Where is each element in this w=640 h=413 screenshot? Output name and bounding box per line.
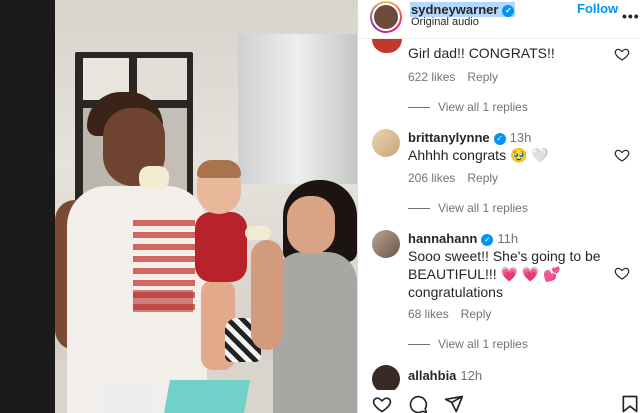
view-replies-link[interactable]: View all 1 replies xyxy=(408,201,528,215)
comment-text-line1: Sooo sweet!! She's going to be xyxy=(408,248,601,264)
comment-header: allahbia 12h xyxy=(408,366,482,385)
commenter-avatar[interactable] xyxy=(372,39,402,53)
like-count[interactable]: 68 likes xyxy=(408,307,449,321)
reply-link[interactable]: Reply xyxy=(467,171,498,185)
heart-icon[interactable] xyxy=(614,265,630,281)
share-icon[interactable] xyxy=(444,394,464,413)
like-count[interactable]: 206 likes xyxy=(408,171,455,185)
like-count[interactable]: 622 likes xyxy=(408,70,455,84)
verified-badge-icon: ✓ xyxy=(502,5,515,17)
commenter-avatar[interactable] xyxy=(372,129,400,157)
gift-box xyxy=(99,384,155,413)
comments-panel: sydneywarner ✓ Original audio Follow ••• … xyxy=(357,0,640,413)
comment-meta: 622 likes Reply xyxy=(408,70,498,84)
verified-badge-icon: ✓ xyxy=(493,133,506,145)
cabinet-glass xyxy=(137,58,187,100)
comment-meta: 68 likes Reply xyxy=(408,307,491,321)
author-username[interactable]: sydneywarner ✓ xyxy=(410,2,516,17)
comment-text: Girl dad!! CONGRATS!! xyxy=(408,45,555,61)
comment-time: 13h xyxy=(509,130,532,145)
commenter-username[interactable]: allahbia xyxy=(408,368,456,383)
commenter-username[interactable]: hannahann xyxy=(408,231,477,246)
like-heart-icon[interactable] xyxy=(372,394,392,413)
woman-face xyxy=(287,196,335,254)
heart-icon[interactable] xyxy=(614,46,630,62)
commenter-avatar[interactable] xyxy=(372,230,400,258)
woman-arm xyxy=(251,240,283,350)
heart-icon[interactable] xyxy=(614,147,630,163)
comment-header: hannahann ✓ 11h xyxy=(408,229,518,248)
comment-text-line3: congratulations xyxy=(408,284,503,300)
view-replies-link[interactable]: View all 1 replies xyxy=(408,100,528,114)
cake-bite xyxy=(139,166,169,190)
comment-time: 11h xyxy=(497,231,519,246)
comment-header: brittanylynne ✓ 13h xyxy=(408,128,531,147)
post-header: sydneywarner ✓ Original audio Follow ••• xyxy=(358,0,640,34)
baby-hair xyxy=(197,160,241,178)
bookmark-icon[interactable] xyxy=(620,394,640,413)
action-bar xyxy=(358,390,640,413)
comment-text: Ahhhh congrats 🥹 🤍 xyxy=(408,147,549,163)
reel-video[interactable] xyxy=(55,0,357,413)
comment-text-line2: BEAUTIFUL!!! 💗 💗 💕 xyxy=(408,266,561,282)
comment-meta: 206 likes Reply xyxy=(408,171,498,185)
commenter-username[interactable]: brittanylynne xyxy=(408,130,490,145)
shirt-print xyxy=(133,290,193,312)
comment-icon[interactable] xyxy=(408,394,428,413)
commenter-avatar[interactable] xyxy=(372,365,400,393)
more-options-icon[interactable]: ••• xyxy=(622,8,640,24)
view-replies-link[interactable]: View all 1 replies xyxy=(408,337,528,351)
gift-box-teal xyxy=(164,380,250,413)
woman-shirt xyxy=(273,252,357,413)
reply-link[interactable]: Reply xyxy=(461,307,492,321)
verified-badge-icon: ✓ xyxy=(481,234,494,246)
audio-label[interactable]: Original audio xyxy=(411,16,479,28)
follow-button[interactable]: Follow xyxy=(577,1,618,16)
baby-shirt xyxy=(195,212,247,282)
range-hood xyxy=(238,34,357,184)
comment-time: 12h xyxy=(460,368,483,383)
author-avatar[interactable] xyxy=(370,1,402,33)
left-gutter xyxy=(0,0,55,413)
author-username-text[interactable]: sydneywarner xyxy=(411,2,498,17)
cake-piece xyxy=(245,226,271,240)
reply-link[interactable]: Reply xyxy=(467,70,498,84)
